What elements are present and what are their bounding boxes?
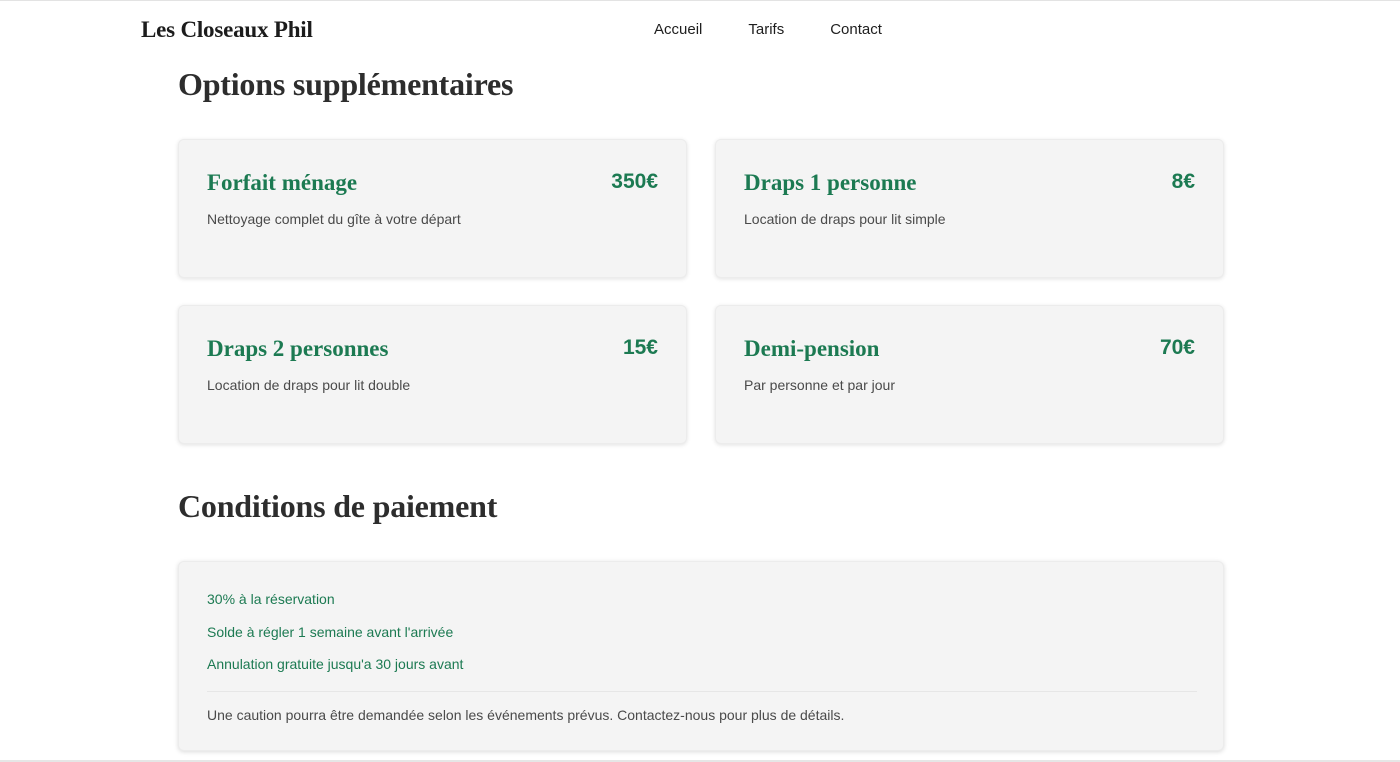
options-section-title: Options supplémentaires — [178, 66, 514, 102]
option-card-draps-2-personnes: Draps 2 personnes 15€ Location de draps … — [178, 305, 687, 444]
option-name: Draps 2 personnes — [207, 336, 389, 361]
nav-link-contact[interactable]: Contact — [830, 21, 882, 38]
conditions-section-title: Conditions de paiement — [178, 488, 498, 524]
site-header: Les Closeaux Phil Accueil Tarifs Contact — [0, 0, 1400, 62]
payment-conditions-card: 30% à la réservation Solde à régler 1 se… — [178, 561, 1224, 751]
option-description: Location de draps pour lit simple — [744, 211, 946, 227]
option-price: 8€ — [1171, 170, 1195, 193]
option-card-demi-pension: Demi-pension 70€ Par personne et par jou… — [715, 305, 1224, 444]
option-name: Forfait ménage — [207, 170, 358, 195]
option-name: Draps 1 personne — [744, 170, 917, 195]
option-name: Demi-pension — [744, 336, 880, 361]
option-description: Par personne et par jour — [744, 377, 895, 393]
payment-condition-item: Annulation gratuite jusqu'a 30 jours ava… — [207, 656, 464, 672]
payment-conditions-list: 30% à la réservation Solde à régler 1 se… — [207, 590, 463, 688]
divider — [207, 691, 1197, 692]
option-price: 70€ — [1159, 336, 1195, 359]
site-brand[interactable]: Les Closeaux Phil — [141, 17, 313, 43]
main-nav: Accueil Tarifs Contact — [654, 21, 882, 38]
option-description: Location de draps pour lit double — [207, 377, 411, 393]
nav-link-accueil[interactable]: Accueil — [654, 21, 702, 38]
option-description: Nettoyage complet du gîte à votre départ — [207, 211, 461, 227]
nav-link-tarifs[interactable]: Tarifs — [748, 21, 784, 38]
deposit-note: Une caution pourra être demandée selon l… — [207, 707, 845, 723]
option-card-draps-1-personne: Draps 1 personne 8€ Location de draps po… — [715, 139, 1224, 278]
option-card-forfait-menage: Forfait ménage 350€ Nettoyage complet du… — [178, 139, 687, 278]
payment-condition-item: 30% à la réservation — [207, 591, 335, 607]
payment-condition-item: Solde à régler 1 semaine avant l'arrivée — [207, 623, 454, 640]
option-price: 15€ — [622, 336, 658, 359]
option-price: 350€ — [611, 170, 658, 193]
